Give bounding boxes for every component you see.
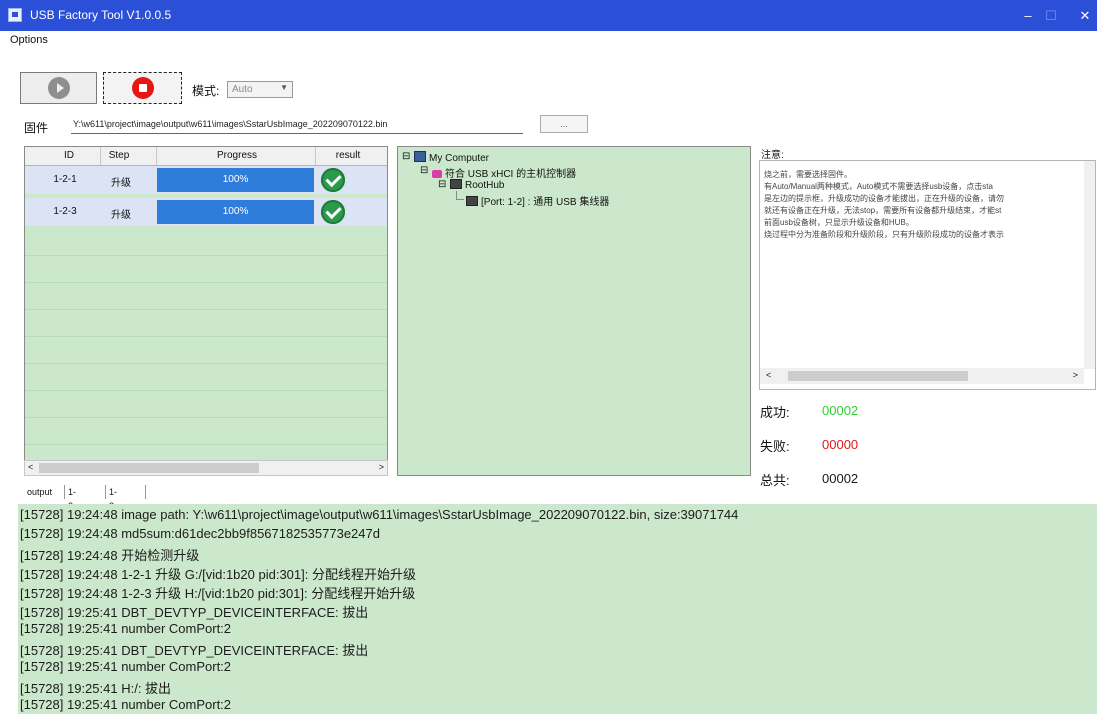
scroll-right-icon[interactable]: >: [379, 462, 384, 472]
check-icon: [321, 200, 345, 224]
mode-select-value: Auto: [232, 84, 253, 95]
row-step: 升级: [111, 178, 131, 189]
browse-button[interactable]: ...: [540, 115, 588, 133]
log-line: [15728] 19:25:41 DBT_DEVTYP_DEVICEINTERF…: [20, 643, 369, 658]
notes-label: 注意:: [761, 150, 784, 161]
log-line: [15728] 19:24:48 1-2-3 升级 H:/[vid:1b20 p…: [20, 586, 416, 601]
log-output[interactable]: [15728] 19:24:48 image path: Y:\w611\pro…: [18, 504, 1097, 714]
check-icon: [321, 168, 345, 192]
row-step: 升级: [111, 210, 131, 221]
play-icon: [47, 77, 70, 99]
hub-icon: [450, 179, 462, 189]
fail-label: 失败:: [760, 439, 790, 454]
tab-separator: [145, 485, 146, 499]
progress-bar: 100%: [157, 168, 314, 192]
usb-icon: [432, 170, 442, 178]
start-button[interactable]: [20, 72, 97, 104]
close-button[interactable]: ✕: [1062, 0, 1097, 31]
title-bar: USB Factory Tool V1.0.0.5 – ☐ ✕: [0, 0, 1097, 31]
col-progress[interactable]: Progress: [197, 150, 277, 161]
stop-button[interactable]: [103, 72, 182, 104]
scroll-left-icon[interactable]: <: [28, 462, 33, 472]
menu-bar: Options: [0, 31, 1097, 51]
log-line: [15728] 19:24:48 1-2-1 升级 G:/[vid:1b20 p…: [20, 567, 416, 582]
tree-expand-icon[interactable]: ⊟: [402, 151, 410, 162]
tree-node-computer[interactable]: My Computer: [414, 151, 489, 164]
notes-vertical-scrollbar[interactable]: [1084, 161, 1095, 369]
computer-icon: [414, 151, 426, 162]
window-title: USB Factory Tool V1.0.0.5: [30, 8, 172, 22]
tab-output[interactable]: output: [24, 485, 56, 499]
log-line: [15728] 19:25:41 DBT_DEVTYP_DEVICEINTERF…: [20, 605, 369, 620]
menu-options[interactable]: Options: [10, 34, 48, 46]
total-count: 00002: [822, 471, 859, 486]
firmware-path-field[interactable]: Y:\w611\project\image\output\w611\images…: [71, 117, 523, 134]
fail-count: 00000: [822, 437, 859, 452]
firmware-label: 固件: [24, 121, 49, 135]
hub-icon: [466, 196, 478, 206]
note-line: 烧过程中分为准备阶段和升级阶段，只有升级阶段成功的设备才表示: [764, 230, 1004, 239]
row-id: 1-2-1: [53, 174, 77, 185]
note-line: 是左边的提示框，升级成功的设备才能拔出，正在升级的设备，请勿: [764, 194, 1004, 203]
col-result[interactable]: result: [331, 150, 365, 161]
col-step[interactable]: Step: [105, 150, 133, 161]
notes-textbox[interactable]: 烧之前，需要选择固件。 有Auto/Manual两种模式，Auto模式不需要选择…: [759, 160, 1096, 390]
table-row[interactable]: 1-2-1 升级 100%: [25, 166, 387, 194]
total-label: 总共:: [760, 473, 790, 488]
device-table: ID Step Progress result 1-2-1 升级 100% 1-…: [24, 146, 388, 476]
log-line: [15728] 19:25:41 H:/: 拔出: [20, 681, 172, 696]
col-id[interactable]: ID: [59, 150, 79, 161]
tab-1-2-1[interactable]: 1-2-1: [64, 485, 79, 525]
success-count: 00002: [822, 403, 859, 418]
app-icon: [8, 8, 22, 22]
tab-1-2-3[interactable]: 1-2-3: [105, 485, 120, 525]
notes-horizontal-scrollbar[interactable]: < >: [760, 368, 1084, 384]
log-line: [15728] 19:24:48 md5sum:d61dec2bb9f85671…: [20, 526, 380, 541]
chevron-down-icon: ▼: [280, 83, 288, 92]
stop-icon: [131, 77, 154, 99]
table-row[interactable]: 1-2-3 升级 100%: [25, 198, 387, 226]
scroll-thumb[interactable]: [788, 371, 968, 381]
usb-device-tree: ⊟ My Computer ⊟ 符合 USB xHCI 的主机控制器 ⊟ Roo…: [397, 146, 751, 476]
note-line: 前面usb设备树，只显示升级设备和HUB。: [764, 218, 914, 227]
log-line: [15728] 19:25:41 number ComPort:2: [20, 697, 232, 712]
log-line: [15728] 19:24:48 开始检测升级: [20, 548, 200, 563]
mode-label: 模式:: [192, 84, 220, 98]
note-line: 就还有设备正在升级，无法stop，需要所有设备都升级结束，才能st: [764, 206, 1002, 215]
table-scrollbar[interactable]: < >: [24, 460, 388, 476]
progress-bar: 100%: [157, 200, 314, 224]
firmware-path-text: Y:\w611\project\image\output\w611\images…: [73, 119, 388, 129]
note-line: 烧之前，需要选择固件。: [764, 170, 852, 179]
tree-expand-icon[interactable]: ⊟: [438, 179, 446, 190]
log-line: [15728] 19:24:48 image path: Y:\w611\pro…: [20, 507, 739, 522]
success-label: 成功:: [760, 405, 790, 420]
tree-node-roothub[interactable]: RootHub: [450, 179, 504, 191]
scroll-right-icon[interactable]: >: [1073, 370, 1078, 380]
note-line: 有Auto/Manual两种模式，Auto模式不需要选择usb设备，点击sta: [764, 182, 993, 191]
tree-node-controller[interactable]: 符合 USB xHCI 的主机控制器: [432, 165, 576, 180]
log-line: [15728] 19:25:41 number ComPort:2: [20, 659, 232, 674]
scroll-left-icon[interactable]: <: [766, 370, 771, 380]
scroll-thumb[interactable]: [39, 463, 259, 473]
table-header: ID Step Progress result: [25, 147, 387, 166]
row-id: 1-2-3: [53, 206, 77, 217]
tree-node-port[interactable]: [Port: 1-2] : 通用 USB 集线器: [466, 193, 609, 208]
log-line: [15728] 19:25:41 number ComPort:2: [20, 621, 232, 636]
tree-expand-icon[interactable]: ⊟: [420, 165, 428, 176]
mode-select[interactable]: Auto ▼: [227, 81, 293, 98]
